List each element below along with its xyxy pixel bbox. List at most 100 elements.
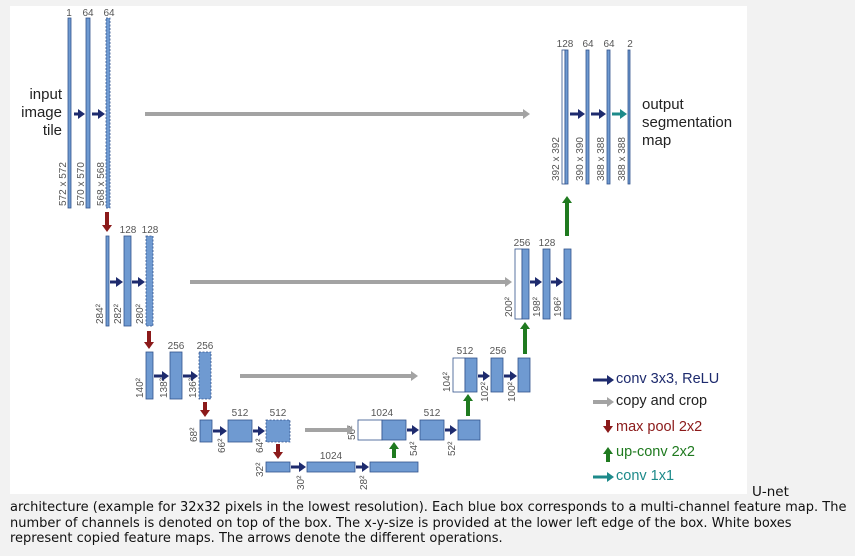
- enc1-conv-1-head: [78, 109, 85, 119]
- dec2-conv-1-head: [535, 277, 542, 287]
- dec1-channels-4: 2: [627, 39, 633, 50]
- dec1-channels-1: 128: [557, 39, 574, 50]
- dec3-channels-2: 256: [490, 346, 507, 357]
- enc4-conv-1-head: [220, 426, 227, 436]
- enc3-size-3: 136²: [188, 377, 199, 398]
- legend-upconv-label: up-conv 2x2: [616, 444, 695, 460]
- up-conv-2-head: [463, 394, 473, 401]
- dec1-box-copied: [561, 49, 566, 185]
- enc4-conv-2-head: [258, 426, 265, 436]
- enc2-conv-1-head: [116, 277, 123, 287]
- dec4-conv-1-head: [412, 425, 419, 435]
- dec2-conv-2-head: [556, 277, 563, 287]
- dec2-box-copied: [514, 248, 523, 320]
- enc3-size-2: 138²: [159, 377, 170, 398]
- dec4-channels-1: 1024: [371, 408, 394, 419]
- dec1-channels-2: 64: [582, 39, 594, 50]
- max-pool-1-head: [102, 225, 112, 232]
- dec1-channels-3: 64: [603, 39, 615, 50]
- dec1-size-3: 388 x 388: [596, 137, 607, 181]
- dec4-box-upsampled: [381, 419, 407, 441]
- dec4-size-2: 54²: [409, 441, 420, 456]
- bottom-conv-2-head: [362, 462, 369, 472]
- bottom-channels-2: 1024: [320, 451, 343, 462]
- dec3-conv-1-head: [483, 371, 490, 381]
- enc4-size-1: 68²: [189, 427, 200, 442]
- dec2-size-3: 196²: [553, 296, 564, 317]
- enc1-channels-3: 64: [103, 8, 115, 19]
- copy-crop-level1-head: [523, 109, 530, 119]
- enc2-size-3: 280²: [135, 303, 146, 324]
- enc3-channels-3: 256: [197, 341, 214, 352]
- dec3-size-3: 100²: [507, 381, 518, 402]
- enc3-channels-2: 256: [168, 341, 185, 352]
- dec4-conv-2-head: [450, 425, 457, 435]
- enc4-channels-2: 512: [232, 408, 249, 419]
- legend-pool-marker-head: [603, 426, 613, 433]
- enc2-box-3: [145, 235, 154, 327]
- dec3-box-3: [517, 357, 531, 393]
- legend-conv-label: conv 3x3, ReLU: [616, 371, 720, 387]
- dec2-channels-2: 128: [539, 238, 556, 249]
- dec4-size-3: 52²: [447, 441, 458, 456]
- enc4-box-1: [199, 419, 213, 443]
- enc4-size-3: 64²: [255, 438, 266, 453]
- enc2-channels-3: 128: [142, 225, 159, 236]
- enc2-size-1: 284²: [95, 303, 106, 324]
- dec2-box-2: [542, 248, 551, 320]
- dec1-size-1: 392 x 392: [551, 137, 562, 181]
- dec1-box-output: [627, 49, 631, 185]
- bottom-box-3: [369, 461, 419, 473]
- input-label-line-3: tile: [43, 122, 62, 139]
- dec3-conv-2-head: [510, 371, 517, 381]
- legend-copy-marker-head: [607, 397, 614, 407]
- dec3-box-2: [490, 357, 504, 393]
- unet-figure: 1 64 64 572 x 572 570 x 570 568 x 568 input ima…: [10, 6, 747, 494]
- dec2-size-1: 200²: [504, 296, 515, 317]
- max-pool-3-head: [200, 410, 210, 417]
- enc2-size-2: 282²: [113, 303, 124, 324]
- legend-conv1x1-marker-head: [607, 472, 614, 482]
- enc2-box-1: [105, 235, 110, 327]
- dec3-size-2: 102²: [480, 381, 491, 402]
- dec1-size-4: 388 x 388: [617, 137, 628, 181]
- dec2-channels-1: 256: [514, 238, 531, 249]
- dec4-channels-2: 512: [424, 408, 441, 419]
- input-label-line-2: image: [21, 104, 62, 121]
- dec2-box-3: [563, 248, 572, 320]
- enc1-size-2: 570 x 570: [76, 162, 87, 206]
- enc4-box-3: [265, 419, 291, 443]
- output-label-line-3: map: [642, 132, 671, 149]
- enc3-box-3: [198, 351, 212, 400]
- enc2-box-2: [123, 235, 132, 327]
- bottom-box-1: [265, 461, 291, 473]
- enc1-size-3: 568 x 568: [96, 162, 107, 206]
- enc1-channels-1: 1: [66, 8, 72, 19]
- bottom-conv-1-head: [299, 462, 306, 472]
- enc2-conv-2-head: [138, 277, 145, 287]
- up-conv-4-head: [562, 196, 572, 203]
- dec2-box-upsampled: [521, 248, 530, 320]
- enc3-box-2: [169, 351, 183, 400]
- dec3-box-copied: [452, 357, 466, 393]
- bottom-size-3: 28²: [359, 475, 370, 490]
- enc1-channels-2: 64: [82, 8, 94, 19]
- input-label-line-1: input: [29, 86, 62, 103]
- figure-caption: architecture (example for 32x32 pixels i…: [10, 500, 847, 546]
- enc3-box-1: [145, 351, 154, 400]
- enc4-size-2: 66²: [217, 438, 228, 453]
- enc3-size-1: 140²: [135, 377, 146, 398]
- dec1-box-3: [606, 49, 611, 185]
- copy-crop-level3-head: [411, 371, 418, 381]
- dec3-size-1: 104²: [442, 371, 453, 392]
- dec2-size-2: 198²: [532, 296, 543, 317]
- enc1-size-1: 572 x 572: [58, 162, 69, 206]
- dec4-box-3: [457, 419, 481, 441]
- enc4-box-2: [227, 419, 253, 443]
- enc2-channels-2: 128: [120, 225, 137, 236]
- dec4-box-copied: [357, 419, 383, 441]
- legend-copy-label: copy and crop: [616, 393, 708, 409]
- max-pool-4-head: [273, 452, 283, 459]
- up-conv-3-head: [520, 322, 530, 329]
- legend-conv1x1-label: conv 1x1: [616, 468, 675, 484]
